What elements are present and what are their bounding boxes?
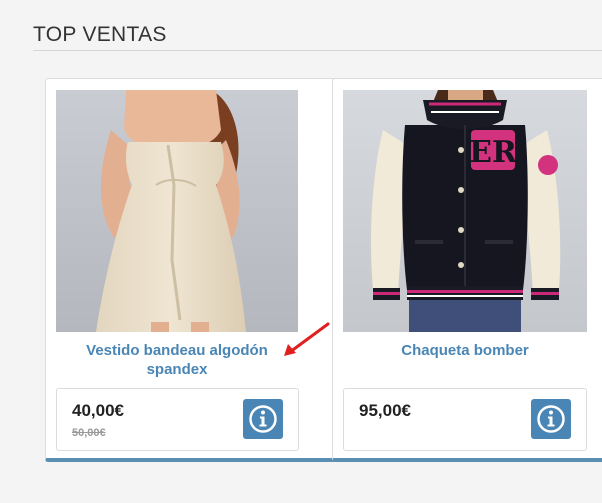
jacket-product-photo: ER xyxy=(343,90,587,332)
info-button[interactable] xyxy=(243,399,283,439)
info-icon xyxy=(537,405,565,433)
product-card: Vestido bandeau algodón spandex 40,00€ 5… xyxy=(45,78,336,462)
info-icon xyxy=(249,405,277,433)
dress-product-photo xyxy=(56,90,298,332)
svg-text:ER: ER xyxy=(469,135,518,170)
product-card: ER Chaqueta bomber 95,00€ xyxy=(332,78,602,462)
price-box: 40,00€ 50,00€ xyxy=(56,388,299,451)
product-price: 95,00€ xyxy=(359,401,411,420)
section-divider xyxy=(33,50,602,51)
product-image-jacket[interactable]: ER xyxy=(343,90,587,332)
top-sales-section: TOP VENTAS Vestido bandeau algodón spand… xyxy=(0,0,602,503)
price-box: 95,00€ xyxy=(343,388,587,451)
product-price: 40,00€ xyxy=(72,401,124,420)
product-name-link[interactable]: Vestido bandeau algodón spandex xyxy=(56,341,298,379)
product-image-dress[interactable] xyxy=(56,90,298,332)
info-button[interactable] xyxy=(531,399,571,439)
product-old-price: 50,00€ xyxy=(72,427,106,439)
section-title: TOP VENTAS xyxy=(33,23,167,46)
product-name-link[interactable]: Chaqueta bomber xyxy=(343,341,587,360)
